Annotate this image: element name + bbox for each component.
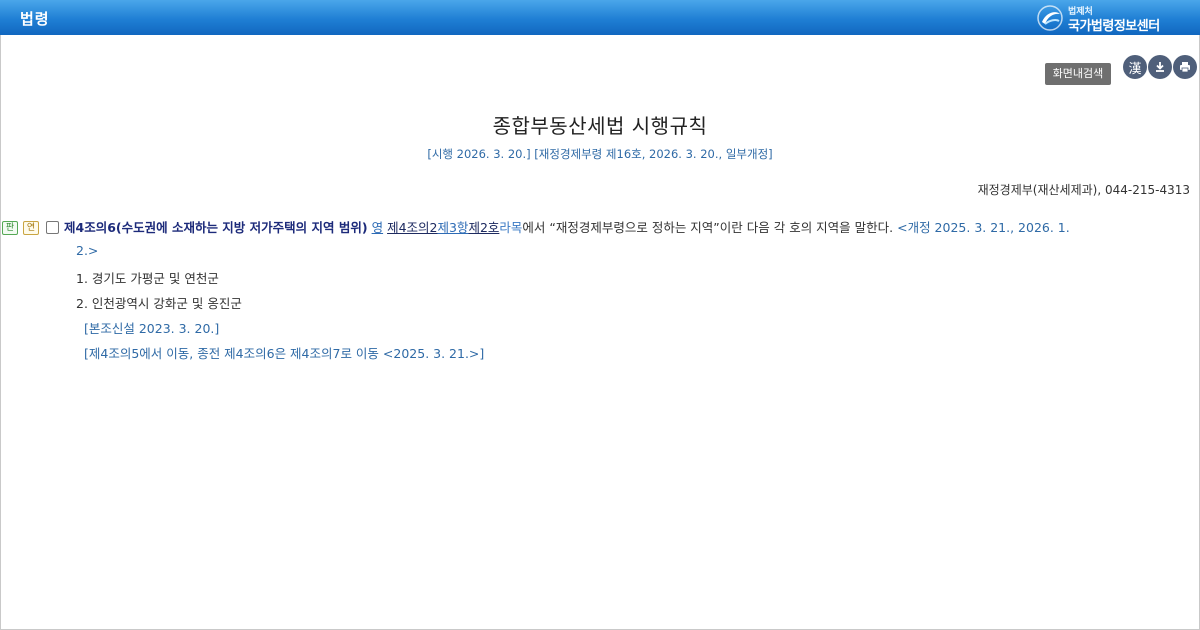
moleg-logo[interactable]: 법제처 국가법령정보센터 [1036, 3, 1176, 34]
law-subtitle: [시행 2026. 3. 20.] [재정경제부령 제16호, 2026. 3.… [427, 147, 773, 161]
ministry-contact: 재정경제부(재산세제과), 044-215-4313 [977, 183, 1190, 197]
page-frame [0, 0, 1200, 630]
ref-article-link[interactable]: 제4조의2 [387, 220, 437, 235]
article-body: 에서 “재정경제부령으로 정하는 지역”이란 다음 각 호의 지역을 말한다. [522, 220, 894, 235]
article-checkbox[interactable] [46, 221, 59, 234]
list-item: 1. 경기도 가평군 및 연천군 [76, 271, 219, 286]
logo-swirl-icon [1037, 5, 1063, 31]
logo-center-text: 국가법령정보센터 [1068, 19, 1160, 34]
ref-subitem-link[interactable]: 라목 [499, 220, 522, 235]
history-badge[interactable]: 연 [23, 221, 39, 235]
article-line: 제4조의6(수도권에 소재하는 지방 저가주택의 지역 범위) 영 제4조의2제… [64, 219, 1184, 237]
download-arrow-icon [1156, 62, 1164, 72]
enactment-note: [본조신설 2023. 3. 20.] [84, 321, 220, 336]
print-icon[interactable] [1173, 55, 1197, 79]
law-title: 종합부동산세법 시행규칙 [492, 114, 708, 138]
top-bar: 법령 법제처 국가법령정보센터 [0, 0, 1200, 35]
ref-decree-link[interactable]: 영 [372, 220, 384, 235]
amendment-note: <개정 2025. 3. 21., 2026. 1. [897, 220, 1070, 235]
hanja-icon[interactable]: 漢 [1123, 55, 1147, 79]
precedent-badge[interactable]: 판 [2, 221, 18, 235]
ref-item-link[interactable]: 제2호 [468, 220, 499, 235]
list-item: 2. 인천광역시 강화군 및 옹진군 [76, 296, 242, 311]
amendment-note-continued: 2.> [76, 243, 99, 258]
topbar-title: 법령 [20, 10, 50, 28]
ref-paragraph-link[interactable]: 제3항 [437, 220, 468, 235]
printer-icon [1180, 62, 1190, 73]
in-page-search-button[interactable]: 화면내검색 [1045, 63, 1111, 85]
download-icon[interactable] [1148, 55, 1172, 79]
article-heading: 제4조의6(수도권에 소재하는 지방 저가주택의 지역 범위) [64, 220, 368, 235]
relocation-note: [제4조의5에서 이동, 종전 제4조의6은 제4조의7로 이동 <2025. … [84, 346, 485, 361]
